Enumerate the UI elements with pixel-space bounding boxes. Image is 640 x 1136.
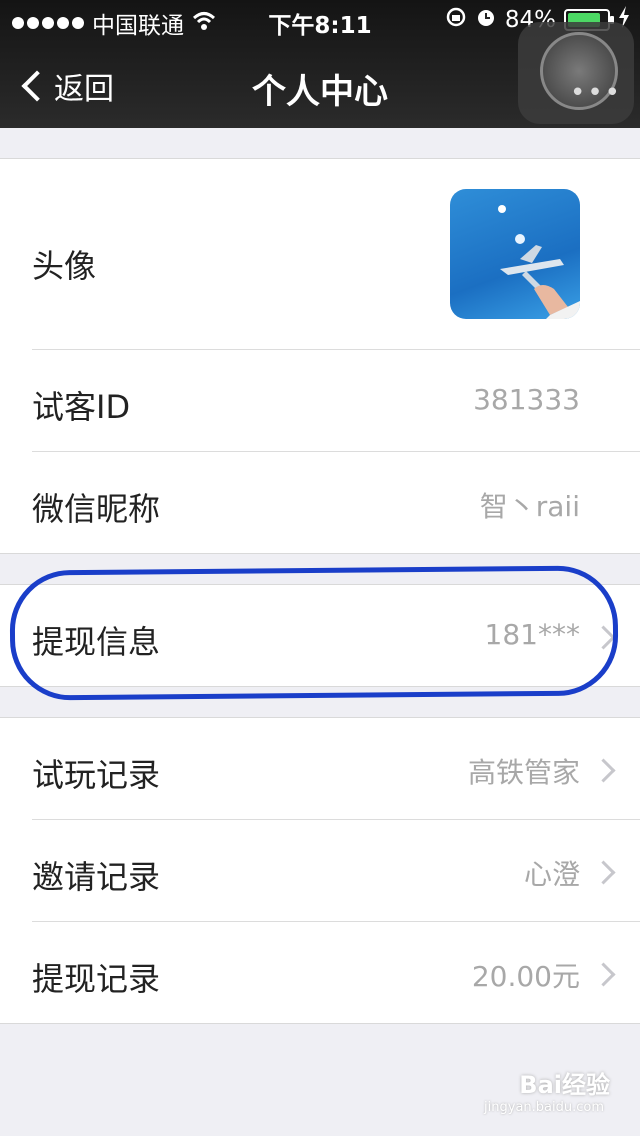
withdraw-record-value: 20.00元 bbox=[471, 960, 580, 993]
header: 中国联通 下午8:11 84% 返回 个人中心 ••• bbox=[0, 0, 640, 128]
invite-record-label: 邀请记录 bbox=[32, 858, 161, 896]
chevron-right-icon bbox=[591, 860, 616, 885]
trial-record-label: 试玩记录 bbox=[32, 756, 161, 794]
trial-record-row[interactable]: 试玩记录 高铁管家 bbox=[0, 718, 640, 819]
profile-section: 头像 试客ID 381333 微信昵称 智丶raii bbox=[0, 158, 640, 554]
chevron-right-icon bbox=[591, 625, 616, 650]
withdraw-info-row[interactable]: 提现信息 181*** bbox=[0, 585, 640, 686]
invite-record-row[interactable]: 邀请记录 心澄 bbox=[32, 819, 640, 921]
chevron-right-icon bbox=[591, 962, 616, 987]
withdraw-info-label: 提现信息 bbox=[32, 623, 161, 661]
watermark-logo: Bai经验 bbox=[519, 1071, 610, 1099]
withdraw-record-row[interactable]: 提现记录 20.00元 bbox=[32, 921, 640, 1023]
wechat-name-row: 微信昵称 智丶raii bbox=[32, 451, 640, 553]
avatar-label: 头像 bbox=[32, 247, 97, 285]
avatar[interactable] bbox=[450, 189, 580, 319]
withdraw-record-label: 提现记录 bbox=[32, 960, 161, 998]
guest-id-label: 试客ID bbox=[32, 388, 131, 426]
avatar-row[interactable]: 头像 bbox=[0, 159, 640, 349]
chevron-right-icon bbox=[591, 758, 616, 783]
guest-id-value: 381333 bbox=[473, 383, 580, 416]
wechat-name-value: 智丶raii bbox=[479, 490, 580, 523]
assistive-touch-button[interactable]: ••• bbox=[518, 22, 634, 124]
more-icon: ••• bbox=[570, 78, 623, 108]
rotation-lock-icon bbox=[445, 6, 467, 34]
wechat-name-label: 微信昵称 bbox=[32, 490, 161, 528]
trial-record-value: 高铁管家 bbox=[467, 756, 580, 789]
alarm-icon bbox=[475, 6, 497, 34]
withdraw-info-value: 181*** bbox=[484, 618, 580, 651]
guest-id-row: 试客ID 381333 bbox=[32, 349, 640, 451]
watermark-url: jingyan.baidu.com bbox=[484, 1100, 604, 1115]
records-section: 试玩记录 高铁管家 邀请记录 心澄 提现记录 20.00元 bbox=[0, 717, 640, 1024]
withdraw-info-section: 提现信息 181*** bbox=[0, 584, 640, 687]
invite-record-value: 心澄 bbox=[523, 858, 580, 891]
